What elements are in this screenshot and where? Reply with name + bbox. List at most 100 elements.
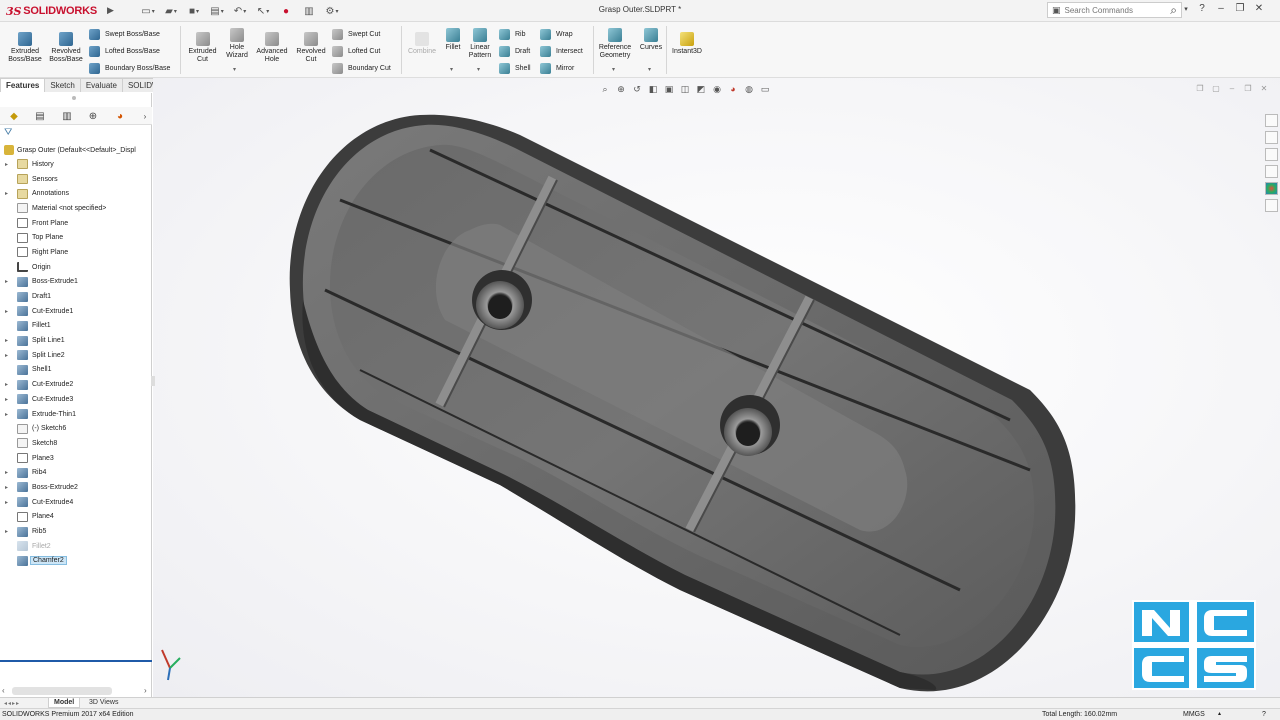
tree-item[interactable]: ▸ Cut-Extrude3 [0,392,152,407]
viewport-minimize-icon[interactable]: – [1226,84,1238,94]
hole-wizard-dropdown-icon[interactable]: ▾ [233,66,236,73]
tree-item[interactable]: ▸ Split Line2 [0,348,152,363]
expand-arrow-icon[interactable]: ▸ [5,161,8,168]
boundary-boss-button[interactable]: Boundary Boss/Base [89,62,170,74]
tree-item[interactable]: Chamfer2 [0,554,152,569]
tab-3d-views[interactable]: 3D Views [84,698,123,708]
print-icon[interactable]: ▤ ▾ [209,3,225,19]
tree-item[interactable]: Top Plane [0,230,152,245]
tree-item[interactable]: Front Plane [0,216,152,231]
tree-item[interactable]: ▸ Rib4 [0,465,152,480]
expand-arrow-icon[interactable]: ▸ [5,411,8,418]
tree-root-part[interactable]: Grasp Outer (Default<<Default>_Displ [4,145,136,155]
expand-arrow-icon[interactable]: ▸ [5,190,8,197]
viewport-maximize-icon[interactable]: ❐ [1242,84,1254,94]
solidworks-resources-icon[interactable] [1265,114,1278,127]
search-dropdown-icon[interactable]: ▾ [1182,5,1190,13]
dynamic-annotation-icon[interactable]: ▣ [662,83,676,95]
filter-icon[interactable]: ⛛ [4,127,12,138]
reference-geometry-dropdown-icon[interactable]: ▾ [612,66,615,73]
tree-item[interactable]: Sketch8 [0,436,152,451]
tree-item[interactable]: Fillet2 [0,539,152,554]
section-view-icon[interactable]: ◧ [646,83,660,95]
tree-item[interactable]: ▸ Boss-Extrude1 [0,275,152,290]
file-explorer-icon[interactable] [1265,148,1278,161]
search-input[interactable] [1064,5,1157,15]
curves-button[interactable]: Curves [637,28,665,52]
linear-pattern-button[interactable]: Linear Pattern [466,28,494,60]
menu-expand-arrow-icon[interactable]: ▶ [107,5,114,16]
tree-item[interactable]: Shell1 [0,363,152,378]
tree-item[interactable]: ▸ Boss-Extrude2 [0,480,152,495]
display-style-icon[interactable]: ◩ [694,83,708,95]
tree-item[interactable]: Material <not specified> [0,201,152,216]
tab-evaluate[interactable]: Evaluate [79,78,123,92]
expand-arrow-icon[interactable]: ▸ [5,381,8,388]
tab-model[interactable]: Model [48,698,81,708]
fillet-button[interactable]: Fillet [441,28,465,52]
hole-wizard-button[interactable]: Hole Wizard [221,28,253,60]
minimize-icon[interactable]: – [1214,3,1228,14]
tree-item[interactable]: (-) Sketch6 [0,421,152,436]
select-icon[interactable]: ↖ ▾ [255,3,271,19]
lofted-boss-button[interactable]: Lofted Boss/Base [89,45,160,57]
expand-arrow-icon[interactable]: ▸ [5,337,8,344]
linear-pattern-dropdown-icon[interactable]: ▾ [477,66,480,73]
panel-splitter[interactable] [151,376,155,386]
previous-view-icon[interactable]: ↺ [630,83,644,95]
combine-button[interactable]: Combine [405,32,439,56]
shell-button[interactable]: Shell [499,62,531,74]
wrap-button[interactable]: Wrap [540,28,573,40]
save-icon[interactable]: ■ ▾ [186,3,202,19]
advanced-hole-button[interactable]: Advanced Hole [254,32,290,64]
reference-geometry-button[interactable]: Reference Geometry [596,28,634,60]
dimxpert-manager-icon[interactable]: ⊕ [85,109,101,123]
tree-item[interactable]: Plane4 [0,510,152,525]
fillet-dropdown-icon[interactable]: ▾ [450,66,453,73]
mirror-button[interactable]: Mirror [540,62,574,74]
part-body[interactable] [289,114,1076,692]
rollback-bar[interactable] [0,660,152,662]
scroll-right-icon[interactable]: › [144,686,147,695]
help-icon[interactable]: ? [1195,3,1209,14]
featuremanager-tree-icon[interactable]: ◆ [6,109,22,123]
intersect-button[interactable]: Intersect [540,45,583,57]
solidworks-logo[interactable]: 3S SOLIDWORKS [6,4,97,18]
expand-arrow-icon[interactable]: ▸ [5,499,8,506]
hide-show-items-icon[interactable]: ◉ [710,83,724,95]
view-orientation-icon[interactable]: ◫ [678,83,692,95]
tree-item[interactable]: ▸ Cut-Extrude1 [0,304,152,319]
viewport-close-icon[interactable]: ✕ [1258,84,1270,94]
part-model[interactable] [153,78,1280,697]
tree-item[interactable]: Fillet1 [0,319,152,334]
appearances-icon[interactable] [1265,182,1278,195]
tree-item[interactable]: ▸ History [0,157,152,172]
tree-item[interactable]: Plane3 [0,451,152,466]
expand-arrow-icon[interactable]: ▸ [5,278,8,285]
apply-scene-icon[interactable]: ◍ [742,83,756,95]
tab-sketch[interactable]: Sketch [44,78,81,92]
tree-item[interactable]: Draft1 [0,289,152,304]
lofted-cut-button[interactable]: Lofted Cut [332,45,380,57]
tab-scroll-arrows-icon[interactable]: ◂◂▸▸ [4,700,20,707]
tab-features[interactable]: Features [0,78,46,92]
tree-item[interactable]: ▸ Extrude-Thin1 [0,407,152,422]
tree-item[interactable]: ▸ Split Line1 [0,333,152,348]
panel-grip[interactable] [72,96,76,100]
undo-icon[interactable]: ↶ ▾ [232,3,248,19]
expand-arrow-icon[interactable]: ▸ [5,352,8,359]
help-status-icon[interactable]: ? [1262,709,1266,720]
swept-cut-button[interactable]: Swept Cut [332,28,380,40]
edit-appearance-icon[interactable]: ◕ [726,83,740,95]
instant3d-button[interactable]: Instant3D [668,32,706,56]
curves-dropdown-icon[interactable]: ▾ [648,66,651,73]
file-properties-icon[interactable]: ▥ [301,3,317,19]
revolved-cut-button[interactable]: Revolved Cut [293,32,329,64]
tree-item[interactable]: ▸ Cut-Extrude4 [0,495,152,510]
rib-button[interactable]: Rib [499,28,526,40]
graphics-area[interactable] [153,78,1280,697]
boss-hole-1[interactable] [472,270,532,330]
extruded-cut-button[interactable]: Extruded Cut [185,32,220,64]
tree-item[interactable]: Origin [0,260,152,275]
property-manager-icon[interactable]: ▤ [32,109,48,123]
